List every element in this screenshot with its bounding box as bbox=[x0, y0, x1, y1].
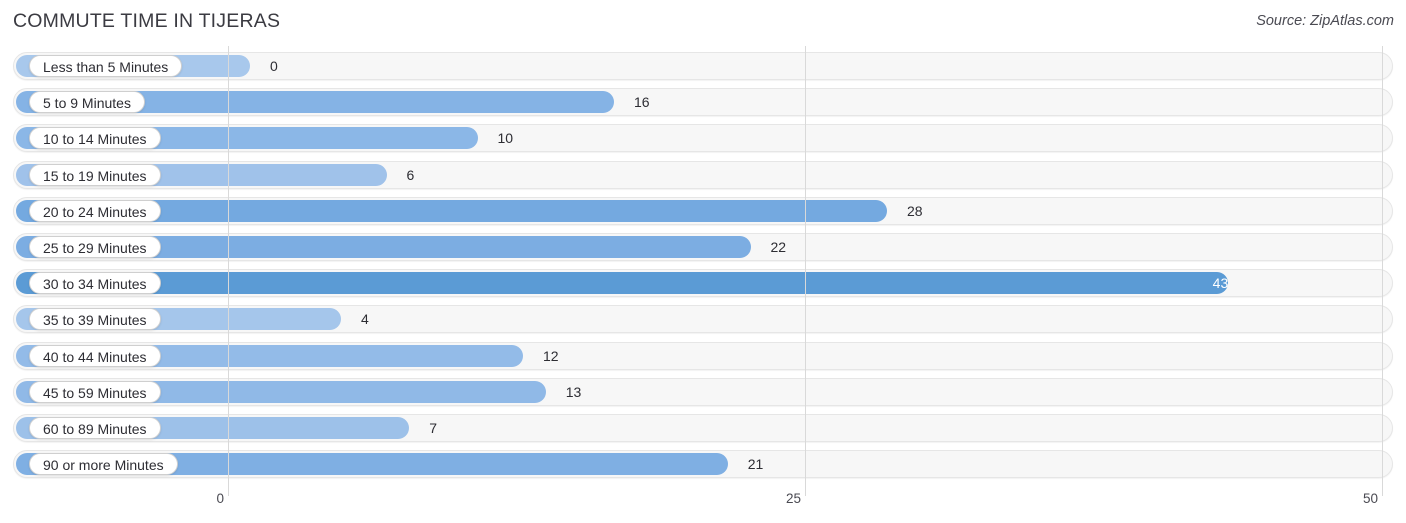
bar-value-label: 10 bbox=[497, 130, 514, 147]
category-label[interactable]: Less than 5 Minutes bbox=[29, 55, 183, 77]
bar-row[interactable]: 60 to 89 Minutes 7 bbox=[13, 414, 1393, 442]
bar-value-label: 12 bbox=[543, 347, 559, 364]
bar-value-label: 6 bbox=[406, 166, 415, 183]
category-label[interactable]: 35 to 39 Minutes bbox=[29, 308, 161, 331]
category-label[interactable]: 10 to 14 Minutes bbox=[29, 127, 161, 150]
bar-value-label: 7 bbox=[429, 420, 438, 436]
category-label[interactable]: 45 to 59 Minutes bbox=[29, 380, 161, 403]
bar-row[interactable]: 30 to 34 Minutes 43 bbox=[13, 269, 1393, 298]
bar-value-label: 22 bbox=[770, 239, 787, 255]
bar-value-label: 43 bbox=[1212, 275, 1229, 292]
axis-tick-mark bbox=[805, 486, 806, 496]
chart-header: COMMUTE TIME IN TIJERAS Source: ZipAtlas… bbox=[0, 0, 1406, 46]
category-label[interactable]: 5 to 9 Minutes bbox=[29, 91, 145, 114]
bar-value-label: 13 bbox=[565, 383, 582, 400]
axis-tick-mark bbox=[1382, 486, 1383, 496]
axis-tick-label: 50 bbox=[1362, 491, 1378, 506]
axis-tick-label: 25 bbox=[785, 491, 801, 506]
bar-row[interactable]: 90 or more Minutes 21 bbox=[13, 450, 1393, 479]
category-label[interactable]: 40 to 44 Minutes bbox=[29, 344, 161, 367]
bar-value-label: 4 bbox=[361, 311, 369, 328]
category-label[interactable]: 90 or more Minutes bbox=[29, 453, 178, 476]
bar-row[interactable]: 10 to 14 Minutes 10 bbox=[13, 124, 1393, 153]
axis-tick-mark bbox=[228, 486, 229, 496]
category-label[interactable]: 20 to 24 Minutes bbox=[29, 199, 161, 222]
category-label[interactable]: 60 to 89 Minutes bbox=[29, 417, 161, 439]
bar-row[interactable]: 15 to 19 Minutes 6 bbox=[13, 160, 1393, 189]
page-title: COMMUTE TIME IN TIJERAS bbox=[13, 10, 281, 32]
bar-row[interactable]: Less than 5 Minutes 0 bbox=[13, 52, 1393, 80]
bar[interactable] bbox=[16, 272, 1229, 295]
x-axis: 0 25 50 bbox=[0, 486, 1406, 523]
category-label[interactable]: 15 to 19 Minutes bbox=[29, 163, 161, 186]
source-attribution: Source: ZipAtlas.com bbox=[1256, 13, 1394, 29]
bar-row[interactable]: 20 to 24 Minutes 28 bbox=[13, 196, 1393, 225]
category-label[interactable]: 25 to 29 Minutes bbox=[29, 236, 161, 258]
bar-row[interactable]: 5 to 9 Minutes 16 bbox=[13, 88, 1393, 117]
bar-row[interactable]: 40 to 44 Minutes 12 bbox=[13, 341, 1393, 370]
bar-value-label: 16 bbox=[634, 94, 650, 111]
bar-row[interactable]: 35 to 39 Minutes 4 bbox=[13, 305, 1393, 334]
category-label[interactable]: 30 to 34 Minutes bbox=[29, 272, 161, 295]
bar-value-label: 0 bbox=[270, 58, 278, 74]
bar-value-label: 28 bbox=[907, 202, 923, 219]
bar-row[interactable]: 25 to 29 Minutes 22 bbox=[13, 233, 1393, 261]
bar-row[interactable]: 45 to 59 Minutes 13 bbox=[13, 377, 1393, 406]
plot-area: Less than 5 Minutes 0 5 to 9 Minutes 16 10 t… bbox=[0, 46, 1406, 486]
bar-value-label: 21 bbox=[747, 456, 764, 473]
axis-tick-label: 0 bbox=[216, 491, 224, 506]
bar-rows: Less than 5 Minutes 0 5 to 9 Minutes 16 10 t… bbox=[0, 46, 1406, 486]
